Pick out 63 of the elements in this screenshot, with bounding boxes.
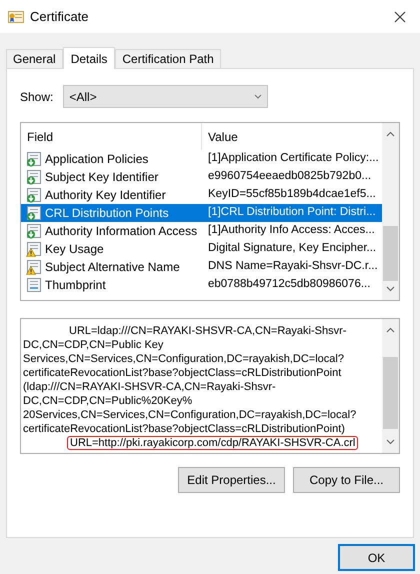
- scroll-down-icon[interactable]: [386, 286, 395, 292]
- warning-field-icon: [26, 259, 42, 275]
- field-value: Digital Signature, Key Encipher...: [207, 241, 376, 256]
- detail-line: (ldap:///CN=RAYAKI-SHSVR-CA,CN=Rayaki-Shsvr-: [23, 380, 276, 394]
- detail-box[interactable]: [20, 318, 400, 454]
- field-value: KeyID=55cf85b189b4dcae1ef5...: [207, 187, 376, 202]
- field-name: Subject Key Identifier: [45, 169, 158, 186]
- field-value: [1]CRL Distribution Point: Distri...: [207, 205, 376, 220]
- field-name: Authority Information Access: [45, 223, 198, 240]
- field-row[interactable]: Authority Key Identifier KeyID=55cf85b189b4dcae1ef5...: [21, 186, 382, 204]
- detail-scrollbar[interactable]: [382, 319, 399, 453]
- field-name: Thumbprint: [45, 277, 106, 294]
- scroll-up-icon[interactable]: [386, 131, 395, 137]
- list-scrollbar[interactable]: [382, 123, 399, 300]
- field-name: Authority Key Identifier: [45, 187, 166, 204]
- field-row[interactable]: Key Usage Digital Signature, Key Encipher...: [21, 240, 382, 258]
- panel-button[interactable]: Copy to File...: [293, 467, 400, 493]
- tab[interactable]: Details: [62, 47, 116, 69]
- tab[interactable]: Certification Path: [115, 49, 221, 68]
- field-value: DNS Name=Rayaki-Shsvr-DC.r...: [207, 259, 378, 274]
- close-icon[interactable]: [394, 10, 406, 22]
- warning-field-icon: [26, 241, 42, 257]
- field-name: CRL Distribution Points: [45, 205, 169, 222]
- caret-icon: [254, 94, 262, 99]
- field-icon: [26, 277, 42, 293]
- certificate-icon: [8, 10, 24, 24]
- field-row[interactable]: Application Policies [1]Application Certificate Policy:...: [21, 150, 382, 168]
- field-name: Key Usage: [45, 241, 104, 258]
- tab[interactable]: General: [6, 49, 63, 68]
- scroll-up-icon[interactable]: [386, 327, 395, 333]
- field-row[interactable]: Subject Alternative Name DNS Name=Rayaki-Shsvr-DC.r...: [21, 258, 382, 276]
- ok-button[interactable]: OK: [338, 544, 415, 571]
- scroll-down-icon[interactable]: [386, 439, 395, 445]
- field-name: Application Policies: [45, 151, 148, 168]
- detail-line: DC,CN=CDP,CN=Public Key: [23, 338, 164, 352]
- extension-field-icon: [26, 169, 42, 185]
- show-label: Show:: [20, 88, 54, 106]
- column-header[interactable]: Field: [21, 123, 202, 150]
- field-name: Subject Alternative Name: [45, 259, 180, 276]
- field-row[interactable]: Thumbprint eb0788b49712c5db80986076...: [21, 276, 382, 294]
- scroll-thumb[interactable]: [383, 357, 398, 429]
- field-value: eb0788b49712c5db80986076...: [207, 277, 370, 292]
- detail-line: certificateRevocationList?base?objectClass=cRLDistributionPoint): [23, 422, 345, 436]
- scroll-thumb[interactable]: [383, 226, 398, 281]
- show-dropdown[interactable]: <All>: [63, 85, 268, 108]
- field-value: [1]Authority Info Access: Acces...: [207, 223, 375, 238]
- detail-line: URL=ldap:///CN=RAYAKI-SHSVR-CA,CN=Rayaki-Shsvr-: [69, 324, 346, 338]
- field-row[interactable]: CRL Distribution Points [1]CRL Distribution Point: Distri...: [21, 204, 382, 222]
- field-row[interactable]: Authority Information Access [1]Authority Info Access: Acces...: [21, 222, 382, 240]
- extension-field-icon: [26, 187, 42, 203]
- window-title: Certificate: [30, 8, 89, 26]
- extension-field-icon: [26, 205, 42, 221]
- detail-line: Services,CN=Services,CN=Configuration,DC=rayakish,DC=local?: [23, 352, 344, 366]
- extension-field-icon: [26, 223, 42, 239]
- extension-field-icon: [26, 151, 42, 167]
- field-value: e9960754eeaedb0825b792b0...: [207, 169, 372, 184]
- column-header[interactable]: Value: [202, 123, 382, 150]
- detail-line: DC,CN=CDP,CN=Public%20Key%: [23, 394, 192, 408]
- detail-line: certificateRevocationList?base?objectClass=cRLDistributionPoint: [23, 366, 342, 380]
- field-row[interactable]: Subject Key Identifier e9960754eeaedb0825b792b0...: [21, 168, 382, 186]
- panel-button[interactable]: Edit Properties...: [178, 467, 285, 493]
- detail-line: 20Services,CN=Services,CN=Configuration,DC=rayakish,DC=local?: [23, 408, 356, 422]
- field-value: [1]Application Certificate Policy:...: [207, 151, 379, 166]
